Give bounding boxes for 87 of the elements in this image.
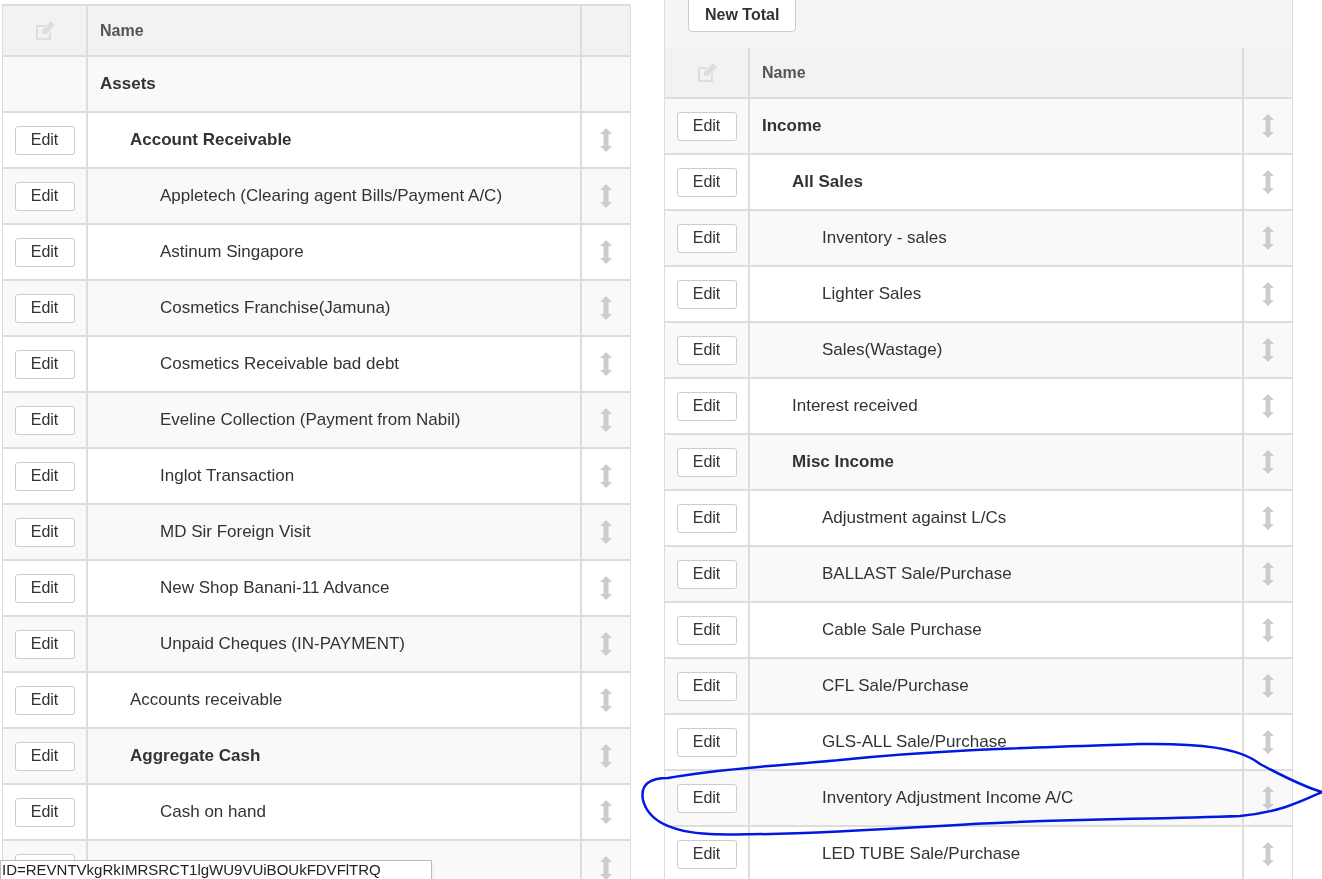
edit-button[interactable]: Edit	[676, 335, 737, 365]
edit-button[interactable]: Edit	[14, 797, 75, 827]
account-name: Account Receivable	[130, 129, 292, 152]
drag-handle-icon[interactable]	[1262, 226, 1274, 250]
new-total-button[interactable]: New Total	[688, 0, 797, 32]
account-name: Cosmetics Franchise(Jamuna)	[160, 297, 391, 320]
account-name: BALLAST Sale/Purchase	[822, 563, 1012, 586]
edit-button[interactable]: Edit	[676, 671, 737, 701]
status-url-tooltip: ID=REVNTVkgRkIMRSRCT1lgWU9VUiBOUkFDVFlTRQ	[0, 860, 432, 879]
drag-handle-icon[interactable]	[600, 408, 612, 432]
drag-handle-icon[interactable]	[1262, 842, 1274, 866]
account-name: Inventory Adjustment Income A/C	[822, 787, 1074, 810]
column-header: Name	[100, 20, 144, 41]
edit-button[interactable]: Edit	[676, 839, 737, 869]
account-name: Cable Sale Purchase	[822, 619, 982, 642]
drag-handle-icon[interactable]	[600, 576, 612, 600]
drag-handle-icon[interactable]	[600, 632, 612, 656]
edit-button[interactable]: Edit	[14, 237, 75, 267]
drag-handle-icon[interactable]	[600, 240, 612, 264]
account-name: Cosmetics Receivable bad debt	[160, 353, 400, 376]
account-name: Appletech (Clearing agent Bills/Payment A/C)	[160, 185, 503, 208]
account-name: All Sales	[792, 171, 863, 194]
drag-handle-icon[interactable]	[600, 296, 612, 320]
drag-handle-icon[interactable]	[600, 520, 612, 544]
drag-handle-icon[interactable]	[600, 464, 612, 488]
edit-button[interactable]: Edit	[14, 181, 75, 211]
edit-button[interactable]: Edit	[14, 573, 75, 603]
account-name: Inventory - sales	[822, 227, 947, 250]
account-name: Astinum Singapore	[160, 241, 304, 264]
drag-handle-icon[interactable]	[600, 184, 612, 208]
edit-button[interactable]: Edit	[676, 503, 737, 533]
account-name: Sales(Wastage)	[822, 339, 943, 362]
edit-button[interactable]: Edit	[676, 223, 737, 253]
account-name: Income	[762, 115, 822, 138]
drag-handle-icon[interactable]	[600, 744, 612, 768]
edit-button[interactable]: Edit	[14, 293, 75, 323]
account-name: Lighter Sales	[822, 283, 922, 306]
edit-button[interactable]: Edit	[14, 349, 75, 379]
account-name: New Shop Banani-11 Advance	[160, 577, 390, 600]
account-name: CFL Sale/Purchase	[822, 675, 969, 698]
account-name: Interest received	[792, 395, 918, 418]
account-name: Inglot Transaction	[160, 465, 295, 488]
drag-handle-icon[interactable]	[600, 128, 612, 152]
edit-button[interactable]: Edit	[676, 615, 737, 645]
drag-handle-icon[interactable]	[1262, 114, 1274, 138]
account-name: Unpaid Cheques (IN-PAYMENT)	[160, 633, 405, 656]
edit-button[interactable]: Edit	[676, 391, 737, 421]
drag-handle-icon[interactable]	[1262, 282, 1274, 306]
drag-handle-icon[interactable]	[1262, 338, 1274, 362]
edit-button[interactable]: Edit	[14, 741, 75, 771]
edit-button[interactable]: Edit	[676, 783, 737, 813]
drag-handle-icon[interactable]	[1262, 506, 1274, 530]
drag-handle-icon[interactable]	[1262, 170, 1274, 194]
account-name: Assets	[100, 73, 156, 96]
drag-handle-icon[interactable]	[1262, 450, 1274, 474]
edit-button[interactable]: Edit	[14, 685, 75, 715]
account-name: Misc Income	[792, 451, 895, 474]
column-header: Name	[762, 62, 806, 83]
edit-button[interactable]: Edit	[14, 125, 75, 155]
edit-button[interactable]: Edit	[676, 447, 737, 477]
account-name: Accounts receivable	[130, 689, 283, 712]
edit-button[interactable]: Edit	[676, 559, 737, 589]
drag-handle-icon[interactable]	[600, 688, 612, 712]
edit-button[interactable]: Edit	[14, 629, 75, 659]
drag-handle-icon[interactable]	[1262, 730, 1274, 754]
drag-handle-icon[interactable]	[1262, 394, 1274, 418]
account-name: Eveline Collection (Payment from Nabil)	[160, 409, 461, 432]
drag-handle-icon[interactable]	[1262, 562, 1274, 586]
edit-button[interactable]: Edit	[14, 517, 75, 547]
drag-handle-icon[interactable]	[600, 352, 612, 376]
account-name: Aggregate Cash	[130, 745, 261, 768]
drag-handle-icon[interactable]	[1262, 618, 1274, 642]
edit-button[interactable]: Edit	[676, 279, 737, 309]
drag-handle-icon[interactable]	[600, 856, 612, 879]
edit-button[interactable]: Edit	[676, 111, 737, 141]
account-name: Cash on hand	[160, 801, 266, 824]
edit-button[interactable]: Edit	[676, 167, 737, 197]
account-name: GLS-ALL Sale/Purchase	[822, 731, 1007, 754]
account-name: LED TUBE Sale/Purchase	[822, 843, 1021, 866]
edit-button[interactable]: Edit	[14, 405, 75, 435]
drag-handle-icon[interactable]	[1262, 674, 1274, 698]
account-name: MD Sir Foreign Visit	[160, 521, 311, 544]
account-name: Adjustment against L/Cs	[822, 507, 1007, 530]
drag-handle-icon[interactable]	[1262, 786, 1274, 810]
edit-button[interactable]: Edit	[676, 727, 737, 757]
edit-button[interactable]: Edit	[14, 461, 75, 491]
drag-handle-icon[interactable]	[600, 800, 612, 824]
